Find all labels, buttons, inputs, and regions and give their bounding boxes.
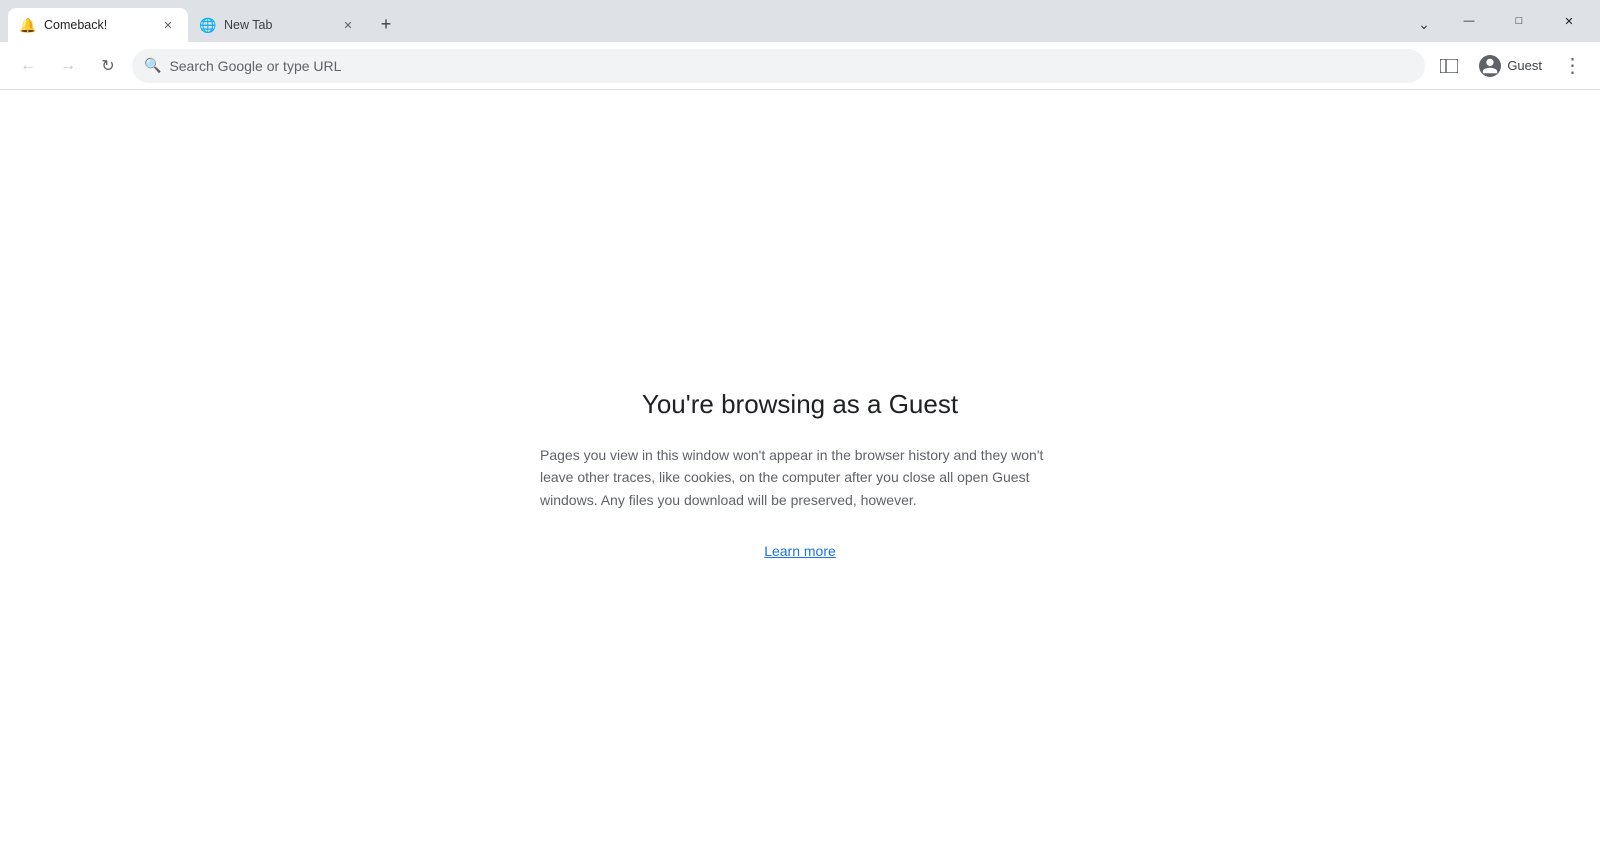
learn-more-link[interactable]: Learn more [764, 543, 836, 559]
profile-button[interactable]: Guest [1469, 51, 1552, 81]
tab-comeback-title: Comeback! [44, 18, 152, 32]
tab-newtab-title: New Tab [224, 18, 332, 32]
sidebar-icon [1440, 59, 1458, 73]
title-bar: 🔔 Comeback! ✕ 🌐 New Tab ✕ + ⌄ — □ ✕ [0, 0, 1600, 42]
menu-icon: ⋮ [1563, 53, 1582, 78]
close-button[interactable]: ✕ [1546, 6, 1592, 36]
page-content: You're browsing as a Guest Pages you vie… [0, 90, 1600, 858]
maximize-button[interactable]: □ [1496, 6, 1542, 36]
toolbar: ← → ↻ 🔍 Search Google or type URL Guest … [0, 42, 1600, 90]
back-icon: ← [20, 57, 36, 75]
new-tab-button[interactable]: + [372, 10, 400, 38]
forward-button[interactable]: → [52, 50, 84, 82]
tab-newtab-close[interactable]: ✕ [340, 17, 356, 33]
profile-label: Guest [1507, 58, 1542, 73]
page-title: You're browsing as a Guest [642, 389, 958, 420]
window-controls: — □ ✕ [1438, 0, 1600, 42]
profile-icon [1481, 57, 1499, 75]
reload-icon: ↻ [101, 56, 114, 76]
tab-comeback-favicon: 🔔 [20, 17, 36, 33]
address-bar-placeholder: Search Google or type URL [169, 58, 1413, 74]
address-bar[interactable]: 🔍 Search Google or type URL [132, 49, 1425, 83]
tab-comeback-close[interactable]: ✕ [160, 17, 176, 33]
tab-search-button[interactable]: ⌄ [1410, 10, 1438, 38]
minimize-button[interactable]: — [1446, 6, 1492, 36]
back-button[interactable]: ← [12, 50, 44, 82]
search-icon: 🔍 [144, 57, 161, 74]
forward-icon: → [60, 57, 76, 75]
tab-list: 🔔 Comeback! ✕ 🌐 New Tab ✕ + [0, 0, 1410, 42]
reload-button[interactable]: ↻ [92, 50, 124, 82]
tab-comeback[interactable]: 🔔 Comeback! ✕ [8, 8, 188, 42]
toolbar-right: Guest ⋮ [1433, 50, 1588, 82]
sidebar-button[interactable] [1433, 50, 1465, 82]
avatar [1479, 55, 1501, 77]
tab-newtab-favicon: 🌐 [200, 17, 216, 33]
guest-container: You're browsing as a Guest Pages you vie… [540, 389, 1060, 559]
menu-button[interactable]: ⋮ [1556, 50, 1588, 82]
tab-new-tab[interactable]: 🌐 New Tab ✕ [188, 8, 368, 42]
page-description: Pages you view in this window won't appe… [540, 444, 1060, 511]
